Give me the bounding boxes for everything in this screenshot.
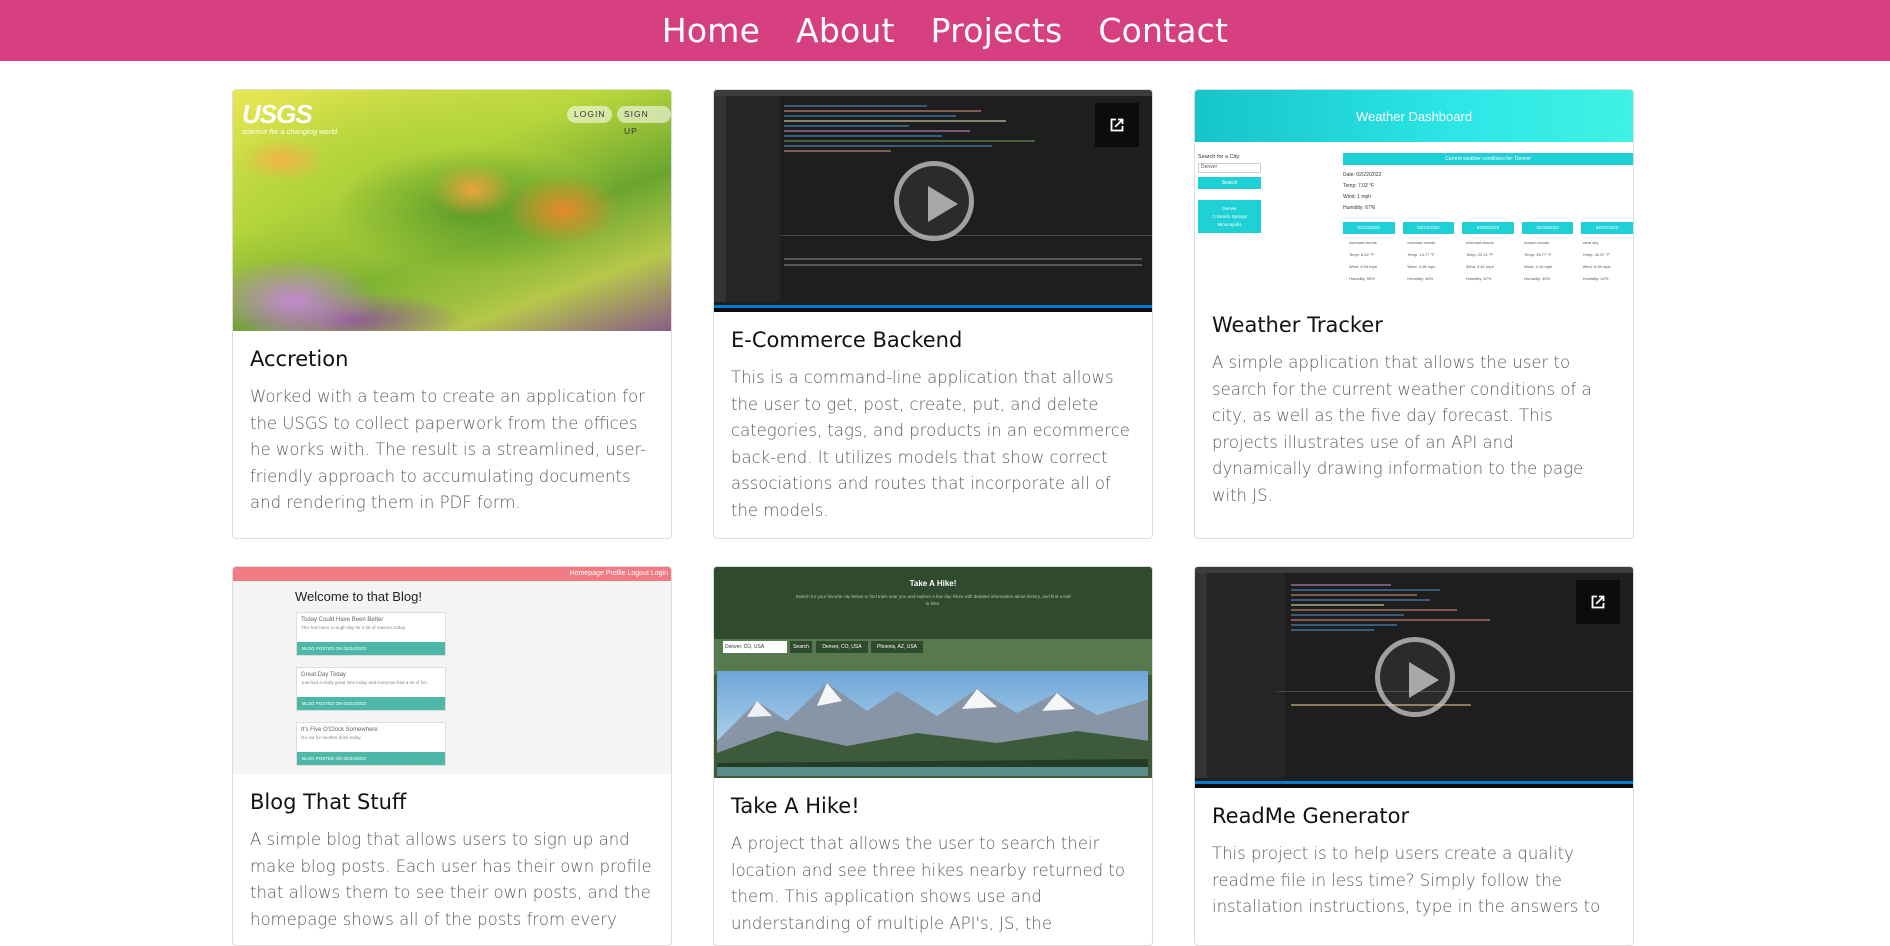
project-card-hike[interactable]: Take A Hike! Search for your favorite ci… [713, 566, 1153, 946]
nav-link-about[interactable]: About [796, 11, 895, 50]
external-link-icon[interactable] [1095, 103, 1139, 147]
hike-search-input: Denver, CO, USA [723, 641, 787, 653]
card-description: A simple blog that allows users to sign … [250, 830, 652, 929]
weather-search-input: Denver [1198, 163, 1261, 173]
card-description: This project is to help users create a q… [1212, 844, 1601, 916]
nav-link-contact[interactable]: Contact [1098, 11, 1228, 50]
weather-history: Denver Colorado Springs Minneapolis [1198, 200, 1261, 233]
card-description: A project that allows the user to search… [731, 834, 1125, 933]
weather-search-button: Search [1198, 177, 1261, 189]
play-icon[interactable] [894, 161, 974, 241]
play-icon[interactable] [1375, 637, 1455, 717]
card-title[interactable]: ReadMe Generator [1212, 804, 1616, 828]
card-body: ReadMe Generator This project is to help… [1195, 788, 1633, 937]
card-title[interactable]: Accretion [250, 347, 654, 371]
mountain-photo [717, 671, 1148, 776]
weather-forecast: 02/23/2022 02/24/2022 02/25/2022 02/26/2… [1343, 222, 1633, 234]
signup-pill: SIGN UP [617, 106, 671, 136]
hike-subtitle: Search for your favorite city below to f… [795, 594, 1071, 606]
project-card-weather[interactable]: Weather Dashboard Search for a City: Den… [1194, 89, 1634, 539]
hike-header: Take A Hike! [909, 579, 957, 588]
card-description: Worked with a team to create an applicat… [250, 387, 647, 512]
login-pill: LOGIN [567, 106, 613, 123]
weather-search-label: Search for a City: [1198, 154, 1241, 160]
top-navbar: Home About Projects Contact [0, 0, 1890, 61]
card-title[interactable]: Weather Tracker [1212, 313, 1616, 337]
card-body: Weather Tracker A simple application tha… [1195, 297, 1633, 525]
hike-history-button: Denver, CO, USA [816, 641, 868, 653]
usgs-logo: USGS science for a changing world [242, 99, 338, 136]
blog-post: Today Could Have Been Better This has be… [296, 612, 446, 656]
card-description: A simple application that allows the use… [1212, 353, 1592, 505]
hike-search-button: Search [790, 641, 812, 653]
card-title[interactable]: E-Commerce Backend [731, 328, 1135, 352]
card-body: Take A Hike! A project that allows the u… [714, 778, 1152, 945]
blog-nav: Homepage Profile Logout Login [233, 567, 671, 581]
project-card-readme[interactable]: ReadMe Generator This project is to help… [1194, 566, 1634, 946]
project-video-ecommerce[interactable] [714, 90, 1152, 312]
project-video-readme[interactable] [1195, 567, 1633, 788]
card-title[interactable]: Blog That Stuff [250, 790, 654, 814]
card-body: Accretion Worked with a team to create a… [233, 331, 671, 533]
card-body: E-Commerce Backend This is a command-lin… [714, 312, 1152, 538]
weather-current: Date: 02/22/2022 Temp: 7.02 °F Wind: 1 m… [1343, 172, 1382, 211]
nav-link-home[interactable]: Home [662, 11, 760, 50]
project-image-hike[interactable]: Take A Hike! Search for your favorite ci… [714, 567, 1152, 778]
external-link-icon[interactable] [1576, 580, 1620, 624]
project-card-accretion[interactable]: USGS science for a changing world LOGIN … [232, 89, 672, 539]
weather-header: Weather Dashboard [1355, 108, 1473, 124]
card-title[interactable]: Take A Hike! [731, 794, 1135, 818]
project-image-accretion[interactable]: USGS science for a changing world LOGIN … [233, 90, 671, 331]
project-card-blog[interactable]: Homepage Profile Logout Login Welcome to… [232, 566, 672, 946]
card-body: Blog That Stuff A simple blog that allow… [233, 774, 671, 945]
blog-header: Welcome to that Blog! [295, 589, 422, 604]
project-card-ecommerce[interactable]: E-Commerce Backend This is a command-lin… [713, 89, 1153, 539]
blog-post: It's Five O'Clock Somewhere Go out for a… [296, 722, 446, 766]
weather-forecast-rows: overcast clouds overcast clouds overcast c… [1349, 240, 1611, 281]
blog-post: Great Day Today Just had a really great … [296, 667, 446, 711]
project-image-weather[interactable]: Weather Dashboard Search for a City: Den… [1195, 90, 1633, 297]
hike-history-button: Phoenix, AZ, USA [871, 641, 923, 653]
card-description: This is a command-line application that … [731, 368, 1130, 520]
nav-link-projects[interactable]: Projects [931, 11, 1063, 50]
weather-current-title: Current weather conditions for: Denver [1343, 153, 1633, 165]
project-image-blog[interactable]: Homepage Profile Logout Login Welcome to… [233, 567, 671, 774]
